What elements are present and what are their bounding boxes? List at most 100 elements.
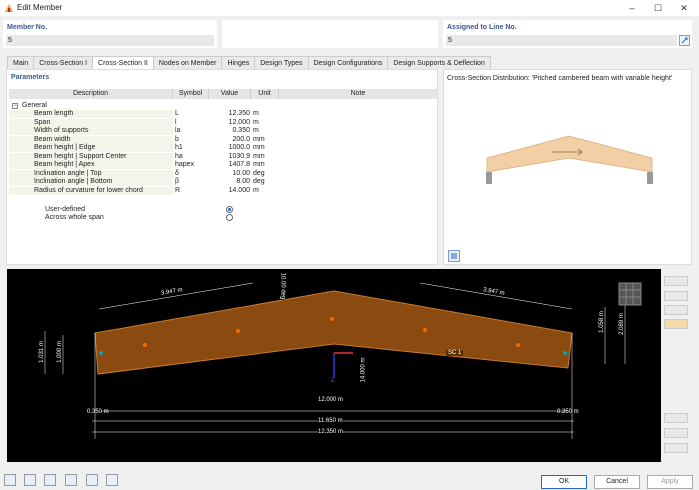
param-description: Radius of curvature for lower chord	[34, 186, 143, 194]
param-unit: deg	[253, 169, 265, 177]
tab-design-types[interactable]: Design Types	[254, 56, 309, 69]
table-row[interactable]: Beam height | Apex hapex 1407.8 mm	[9, 161, 437, 169]
param-unit: m	[253, 186, 259, 194]
table-row[interactable]: Beam width b 200.0 mm	[9, 135, 437, 144]
tab-cross-section-2[interactable]: Cross-Section II	[92, 56, 154, 69]
filter-icon[interactable]	[65, 474, 77, 486]
beam-thumbnail	[486, 135, 653, 184]
param-description: Beam height | Edge	[34, 144, 96, 151]
param-value[interactable]: 12.000	[212, 119, 250, 127]
search-icon[interactable]	[4, 474, 16, 486]
assigned-line-label: Assigned to Line No.	[447, 24, 517, 31]
member-no-label: Member No.	[7, 24, 48, 31]
dim-left-height-1: 1.031 m	[38, 341, 45, 363]
close-button[interactable]: ✕	[678, 2, 690, 14]
preview-title: Cross-Section Distribution: 'Pitched cam…	[447, 75, 673, 82]
dim-angle: 10.00 deg	[279, 272, 286, 300]
dim-right-height-2: 2.089 m	[618, 313, 625, 335]
maximize-button[interactable]: ☐	[652, 2, 664, 14]
radio-across-span[interactable]	[226, 214, 233, 221]
param-value[interactable]: 1407.8	[212, 161, 250, 169]
param-symbol: hapex	[175, 161, 195, 168]
ok-button[interactable]: OK	[541, 475, 587, 489]
col-unit: Unit	[251, 89, 279, 99]
assigned-line-box: Assigned to Line No. 5	[443, 20, 692, 48]
param-value[interactable]: 12.350	[212, 110, 250, 118]
dim-total: 12.350 m	[318, 429, 344, 435]
dim-right-height-1: 1.058 m	[598, 311, 605, 333]
view-tool-1[interactable]	[664, 276, 688, 286]
table-row[interactable]: Inclination angle | Bottom β 8.00 deg	[9, 178, 437, 186]
function-icon[interactable]	[106, 474, 118, 486]
radio-label-span: Across whole span	[45, 214, 104, 221]
param-value[interactable]: 0.350	[212, 127, 250, 135]
param-description: Width of supports	[34, 127, 89, 134]
preview-options-icon[interactable]	[448, 250, 460, 262]
table-header: Description Symbol Value Unit Note	[9, 89, 437, 99]
view-tool-4[interactable]	[664, 319, 688, 329]
param-symbol: ha	[175, 152, 183, 160]
param-description: Beam height | Apex	[34, 161, 95, 168]
table-row[interactable]: Beam height | Support Center ha 1030.9 mm	[9, 152, 437, 161]
drawing-viewport[interactable]: 3.947 m 3.947 m 10.00 deg 1.031 m 1.000 …	[7, 269, 661, 462]
member-name-box[interactable]	[222, 20, 438, 48]
units-icon[interactable]	[24, 474, 36, 486]
param-value[interactable]: 10.00	[212, 170, 250, 178]
table-row[interactable]: Beam length L 12.350 m	[9, 110, 437, 118]
dim-radius: 14.000 m	[360, 357, 367, 383]
view-tool-2[interactable]	[664, 291, 688, 301]
tab-hinges[interactable]: Hinges	[221, 56, 256, 69]
window-title: Edit Member	[17, 3, 63, 12]
tab-main[interactable]: Main	[7, 56, 35, 69]
radio-user-defined[interactable]	[226, 206, 233, 213]
reset-tool[interactable]	[664, 443, 688, 453]
param-symbol: L	[175, 110, 179, 117]
print-tool[interactable]	[664, 428, 688, 438]
tab-nodes-on-member[interactable]: Nodes on Member	[152, 56, 223, 69]
tab-design-configurations[interactable]: Design Configurations	[307, 56, 389, 69]
param-description: Span	[34, 118, 51, 126]
title-bar: Edit Member – ☐ ✕	[0, 0, 699, 16]
param-value[interactable]: 8.00	[212, 178, 250, 186]
radio-row-user[interactable]: User-defined	[9, 206, 437, 214]
table-row[interactable]: Span l 12.000 m	[9, 118, 437, 127]
param-description: Beam width	[34, 135, 71, 143]
member-no-box: Member No. 5	[3, 20, 217, 48]
param-description: Beam height | Support Center	[34, 152, 127, 160]
view-tool-3[interactable]	[664, 305, 688, 315]
member-no-field[interactable]: 5	[6, 35, 214, 46]
select-icon[interactable]	[86, 474, 98, 486]
table-icon[interactable]	[44, 474, 56, 486]
table-row[interactable]: Radius of curvature for lower chord R 14.0…	[9, 186, 437, 195]
minimize-button[interactable]: –	[626, 2, 638, 14]
collapse-icon[interactable]: −	[12, 103, 18, 109]
table-row[interactable]: Beam height | Edge h1 1000.0 mm	[9, 144, 437, 152]
tab-design-supports[interactable]: Design Supports & Deflection	[387, 56, 491, 69]
group-row[interactable]: − General	[9, 102, 437, 110]
cancel-button[interactable]: Cancel	[594, 475, 640, 489]
view-tool-5[interactable]	[664, 413, 688, 423]
apply-button[interactable]: Apply	[647, 475, 693, 489]
param-unit: deg	[253, 178, 265, 185]
param-unit: mm	[253, 144, 265, 151]
radio-label-user: User-defined	[45, 206, 86, 213]
param-value[interactable]: 200.0	[212, 136, 250, 144]
param-value[interactable]: 14.000	[212, 187, 250, 195]
param-value[interactable]: 1000.0	[212, 144, 250, 152]
dim-support-right: 0.350 m	[557, 409, 579, 415]
table-row[interactable]: Inclination angle | Top δ 10.00 deg	[9, 169, 437, 178]
param-unit: mm	[253, 161, 265, 168]
dim-span: 12.000 m	[318, 397, 344, 403]
radio-row-span[interactable]: Across whole span	[9, 214, 437, 222]
param-symbol: la	[175, 127, 181, 134]
param-unit: m	[253, 127, 259, 134]
tab-cross-section-1[interactable]: Cross-Section I	[33, 56, 94, 69]
param-symbol: h1	[175, 144, 183, 151]
param-unit: m	[253, 110, 259, 117]
select-line-icon[interactable]	[679, 35, 690, 46]
assigned-line-field[interactable]: 5	[446, 35, 677, 46]
param-value[interactable]: 1030.9	[212, 153, 250, 161]
parameters-title: Parameters	[11, 74, 50, 81]
table-row[interactable]: Width of supports la 0.350 m	[9, 127, 437, 135]
param-description: Inclination angle | Bottom	[34, 178, 113, 185]
